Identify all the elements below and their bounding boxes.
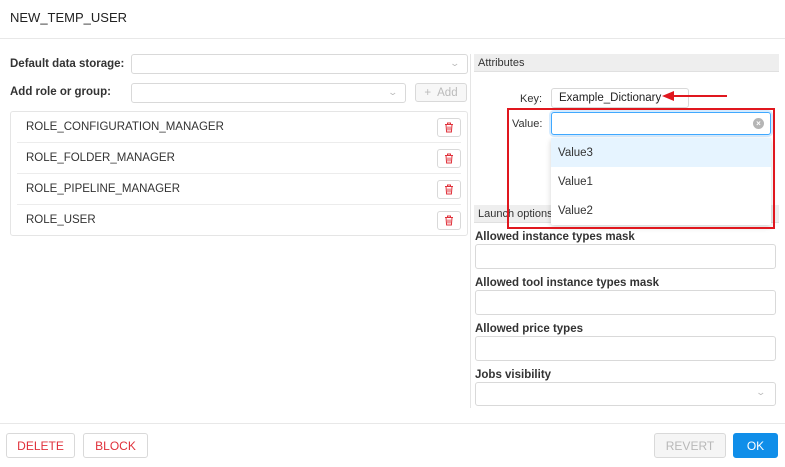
plus-icon: +: [424, 86, 432, 99]
trash-icon: [445, 215, 453, 226]
jobs-visibility-label: Jobs visibility: [475, 369, 552, 381]
role-row: ROLE_USER: [17, 205, 461, 236]
delete-role-button[interactable]: [437, 180, 461, 199]
instance-types-input[interactable]: [475, 244, 776, 269]
role-label: ROLE_CONFIGURATION_MANAGER: [26, 121, 224, 133]
block-button[interactable]: BLOCK: [83, 433, 148, 458]
price-types-label: Allowed price types: [475, 323, 584, 335]
add-role-label: Add role or group:: [10, 86, 111, 98]
role-row: ROLE_PIPELINE_MANAGER: [17, 174, 461, 205]
add-role-button[interactable]: + Add: [415, 83, 467, 102]
ok-button[interactable]: OK: [733, 433, 778, 458]
chevron-down-icon: ⌄: [755, 387, 767, 397]
jobs-visibility-select[interactable]: ⌄: [475, 382, 776, 406]
trash-icon: [445, 122, 453, 133]
tool-instance-types-label: Allowed tool instance types mask: [475, 277, 660, 289]
instance-types-label: Allowed instance types mask: [475, 231, 635, 243]
add-button-label: Add: [437, 86, 458, 99]
dialog-title: NEW_TEMP_USER: [10, 10, 128, 25]
role-row: ROLE_CONFIGURATION_MANAGER: [17, 112, 461, 143]
attributes-header: Attributes: [474, 54, 779, 72]
delete-role-button[interactable]: [437, 118, 461, 137]
role-label: ROLE_USER: [26, 214, 96, 226]
tool-instance-types-input[interactable]: [475, 290, 776, 315]
title-divider: [0, 38, 785, 39]
role-label: ROLE_PIPELINE_MANAGER: [26, 183, 181, 195]
chevron-down-icon: ⌄: [449, 58, 461, 68]
default-storage-select[interactable]: ⌄: [131, 54, 468, 74]
revert-button[interactable]: REVERT: [654, 433, 726, 458]
trash-icon: [445, 153, 453, 164]
roles-list: ROLE_CONFIGURATION_MANAGER ROLE_FOLDER_M…: [10, 111, 468, 236]
delete-role-button[interactable]: [437, 149, 461, 168]
footer-divider: [0, 423, 785, 424]
arrow-annotation-icon: [662, 91, 727, 101]
add-role-select[interactable]: ⌄: [131, 83, 406, 103]
default-storage-label: Default data storage:: [10, 58, 125, 70]
chevron-down-icon: ⌄: [387, 87, 399, 97]
role-label: ROLE_FOLDER_MANAGER: [26, 152, 175, 164]
delete-role-button[interactable]: [437, 211, 461, 230]
trash-icon: [445, 184, 453, 195]
role-row: ROLE_FOLDER_MANAGER: [17, 143, 461, 174]
highlight-annotation: [507, 108, 775, 229]
delete-button[interactable]: DELETE: [6, 433, 75, 458]
column-divider: [470, 54, 471, 408]
price-types-input[interactable]: [475, 336, 776, 361]
key-label: Key:: [520, 93, 543, 105]
